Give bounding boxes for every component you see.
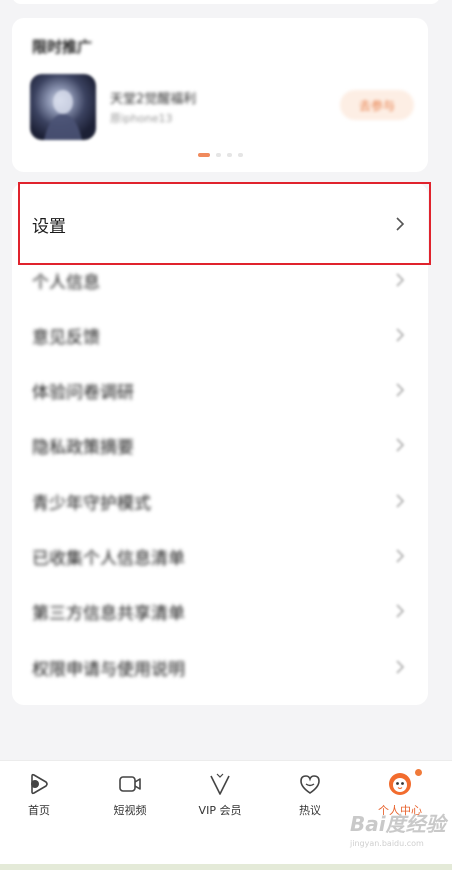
menu-item-label: 隐私政策摘要 (32, 437, 134, 458)
notification-dot (415, 769, 422, 776)
promo-game-subtitle: 原iphone13 (110, 112, 173, 125)
watermark: Bai度经验 jingyan.baidu.com (350, 808, 446, 858)
tab-home[interactable]: 首页 (0, 771, 79, 818)
menu-item-settings[interactable]: 设置 (12, 196, 428, 252)
carousel-dot-active (198, 153, 210, 157)
tab-label: VIP 会员 (198, 804, 242, 817)
promo-title: 限时推广 (32, 38, 93, 56)
menu-item-permissions[interactable]: 权限申请与使用说明 (12, 639, 428, 695)
carousel-indicator (198, 153, 243, 157)
carousel-dot (238, 153, 243, 157)
menu-item-privacy-summary[interactable]: 隐私政策摘要 (12, 417, 428, 473)
home-icon (31, 773, 48, 795)
discussion-icon (300, 775, 320, 794)
chevron-right-icon (396, 660, 405, 674)
chevron-right-icon (396, 604, 405, 618)
menu-item-label: 权限申请与使用说明 (32, 659, 185, 680)
watermark-brand: Bai度经验 (350, 812, 446, 836)
tab-discussion[interactable]: 热议 (270, 771, 350, 818)
short-video-icon (119, 776, 141, 792)
carousel-dot (216, 153, 221, 157)
menu-item-label: 意见反馈 (32, 327, 100, 348)
menu-item-label: 个人信息 (32, 272, 100, 293)
chevron-right-icon (396, 217, 405, 231)
tab-label: 首页 (28, 804, 50, 817)
chevron-right-icon (396, 383, 405, 397)
menu-item-collected-info[interactable]: 已收集个人信息清单 (12, 528, 428, 584)
menu-item-feedback[interactable]: 意见反馈 (12, 307, 428, 363)
promo-game-name[interactable]: 天堂2觉醒福利 (110, 88, 196, 107)
menu-item-label: 体验问卷调研 (32, 382, 134, 403)
carousel-dot (227, 153, 232, 157)
bottom-strip (0, 864, 452, 870)
profile-mascot-icon (389, 773, 411, 795)
menu-item-label: 设置 (32, 216, 66, 237)
previous-card (12, 0, 440, 4)
promo-join-button[interactable]: 去参与 (340, 90, 414, 120)
menu-item-personal-info[interactable]: 个人信息 (12, 252, 428, 308)
game-character-image (44, 90, 82, 140)
tab-label: 热议 (299, 804, 321, 817)
vip-icon (210, 773, 230, 795)
menu-item-third-party-sharing[interactable]: 第三方信息共享清单 (12, 583, 428, 639)
game-thumbnail[interactable] (30, 74, 96, 140)
chevron-right-icon (396, 494, 405, 508)
chevron-right-icon (396, 273, 405, 287)
watermark-url: jingyan.baidu.com (350, 839, 424, 848)
promo-card: 限时推广 天堂2觉醒福利 原iphone13 去参与 (12, 18, 428, 172)
chevron-right-icon (396, 328, 405, 342)
chevron-right-icon (396, 438, 405, 452)
settings-menu-card: 设置 个人信息 意见反馈 体验问卷调研 隐私政策摘要 青少年守护模式 已收集个人… (12, 183, 428, 705)
tab-vip[interactable]: VIP 会员 (180, 771, 260, 818)
menu-item-teen-mode[interactable]: 青少年守护模式 (12, 473, 428, 529)
tab-label: 短视频 (113, 804, 147, 817)
menu-item-label: 已收集个人信息清单 (32, 548, 185, 569)
tab-short-video[interactable]: 短视频 (90, 771, 170, 818)
menu-item-survey[interactable]: 体验问卷调研 (12, 362, 428, 418)
menu-item-label: 第三方信息共享清单 (32, 603, 185, 624)
chevron-right-icon (396, 549, 405, 563)
menu-item-label: 青少年守护模式 (32, 493, 151, 514)
